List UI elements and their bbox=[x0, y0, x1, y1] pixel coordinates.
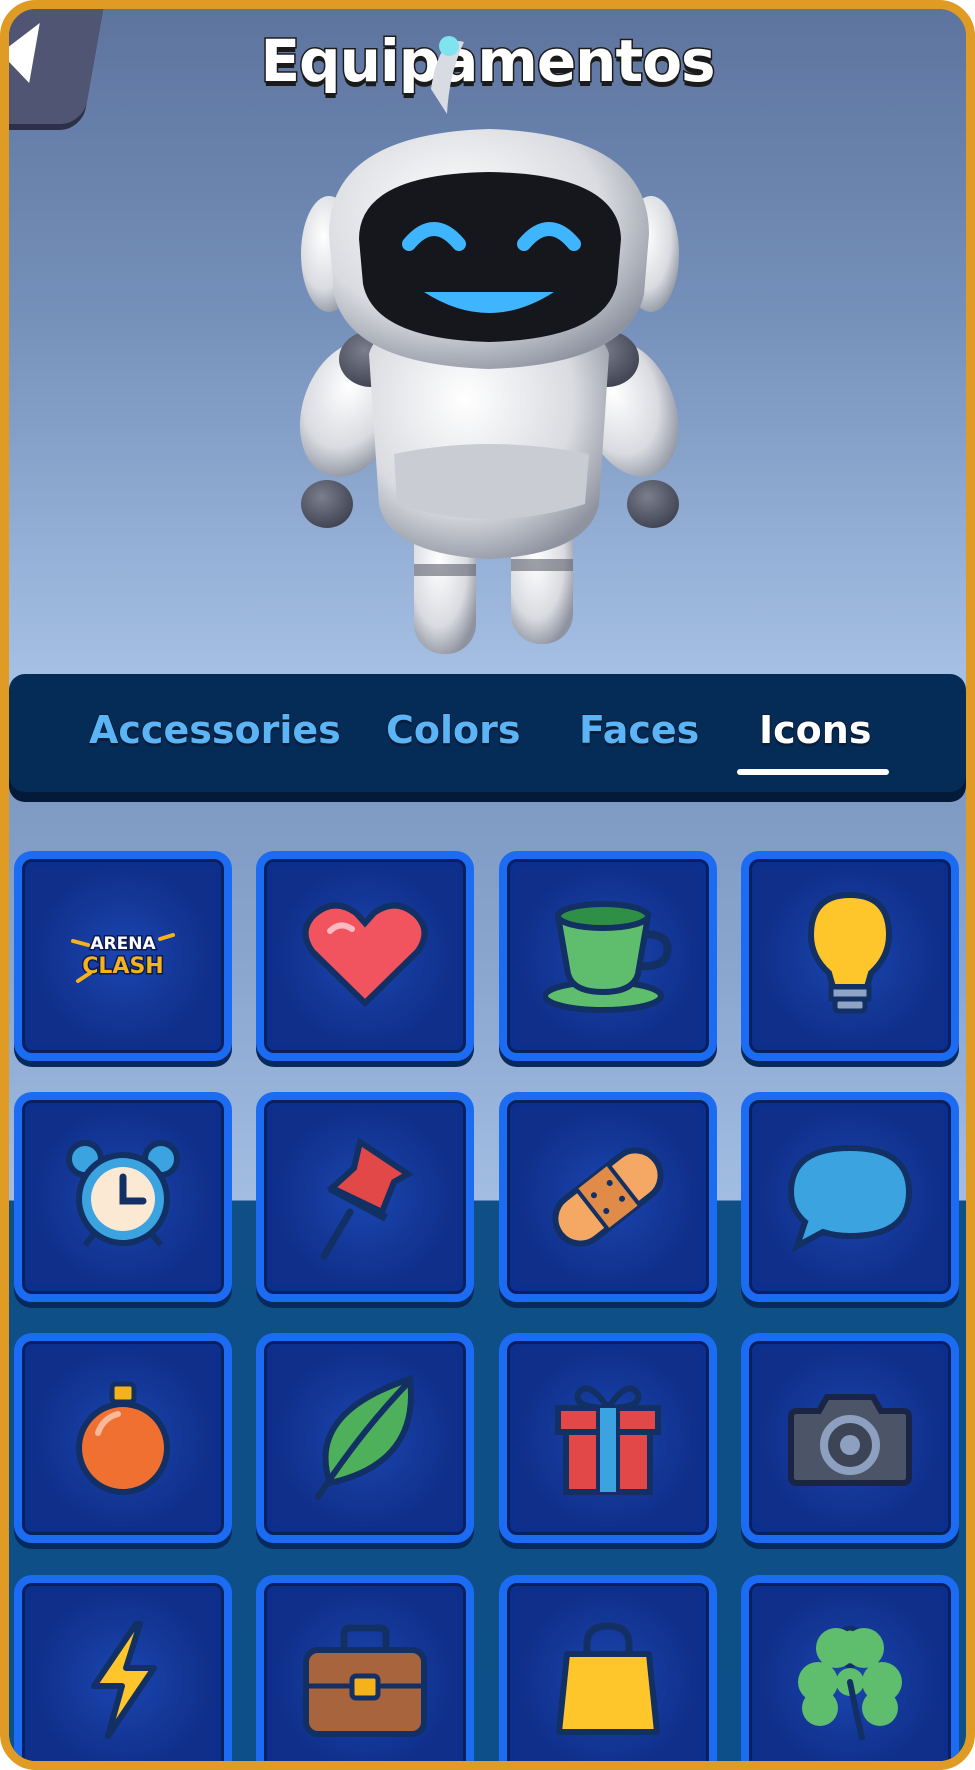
camera-icon bbox=[788, 1394, 912, 1486]
clover-icon bbox=[798, 1625, 902, 1740]
icon-slot-lightbulb[interactable] bbox=[741, 851, 959, 1061]
icon-slot-clover[interactable] bbox=[741, 1575, 959, 1761]
svg-text:ARENA: ARENA bbox=[90, 934, 156, 954]
tab-accessories[interactable]: Accessories bbox=[88, 707, 342, 753]
lightning-icon bbox=[91, 1621, 157, 1739]
icon-slot-bandage[interactable] bbox=[499, 1092, 717, 1302]
alarm-clock-icon bbox=[66, 1140, 180, 1247]
icon-slot-alarm-clock[interactable] bbox=[14, 1092, 232, 1302]
teacup-icon bbox=[543, 901, 672, 1013]
icon-slot-camera[interactable] bbox=[741, 1333, 959, 1543]
icon-slot-lightning[interactable] bbox=[14, 1575, 232, 1761]
icon-slot-pushpin[interactable] bbox=[256, 1092, 474, 1302]
robot-character-model[interactable] bbox=[299, 34, 679, 674]
arena-clash-logo-icon: ARENA CLASH bbox=[71, 933, 175, 983]
icon-slot-speech-bubble[interactable] bbox=[741, 1092, 959, 1302]
icon-slot-teacup[interactable] bbox=[499, 851, 717, 1061]
active-tab-indicator bbox=[737, 769, 889, 775]
lightbulb-icon bbox=[807, 891, 893, 1014]
tab-colors[interactable]: Colors bbox=[385, 707, 521, 753]
icon-slot-arena-clash[interactable]: ARENA CLASH bbox=[14, 851, 232, 1061]
ornament-icon bbox=[76, 1381, 170, 1495]
icon-slot-leaf[interactable] bbox=[256, 1333, 474, 1543]
icon-slot-ornament[interactable] bbox=[14, 1333, 232, 1543]
icon-slot-briefcase[interactable] bbox=[256, 1575, 474, 1761]
icon-slot-gift[interactable] bbox=[499, 1333, 717, 1543]
gift-icon bbox=[555, 1385, 661, 1495]
category-tabs: Accessories Colors Faces Icons bbox=[9, 674, 966, 792]
tab-icons[interactable]: Icons bbox=[758, 707, 872, 753]
briefcase-icon bbox=[303, 1624, 427, 1737]
icon-grid: ARENA CLASH bbox=[9, 839, 966, 1761]
icon-slot-shopping-bag[interactable] bbox=[499, 1575, 717, 1761]
game-screen: Equipamentos Accessories Colors Faces Ic… bbox=[0, 0, 975, 1770]
heart-icon bbox=[302, 902, 428, 1008]
shopping-bag-icon bbox=[556, 1622, 660, 1735]
leaf-icon bbox=[315, 1375, 414, 1500]
tab-faces[interactable]: Faces bbox=[578, 707, 700, 753]
character-preview-scene: Equipamentos bbox=[9, 9, 966, 689]
svg-text:CLASH: CLASH bbox=[82, 954, 163, 979]
bandage-icon bbox=[552, 1147, 664, 1247]
pushpin-icon bbox=[320, 1137, 414, 1260]
icon-slot-heart[interactable] bbox=[256, 851, 474, 1061]
speech-bubble-icon bbox=[787, 1144, 913, 1252]
